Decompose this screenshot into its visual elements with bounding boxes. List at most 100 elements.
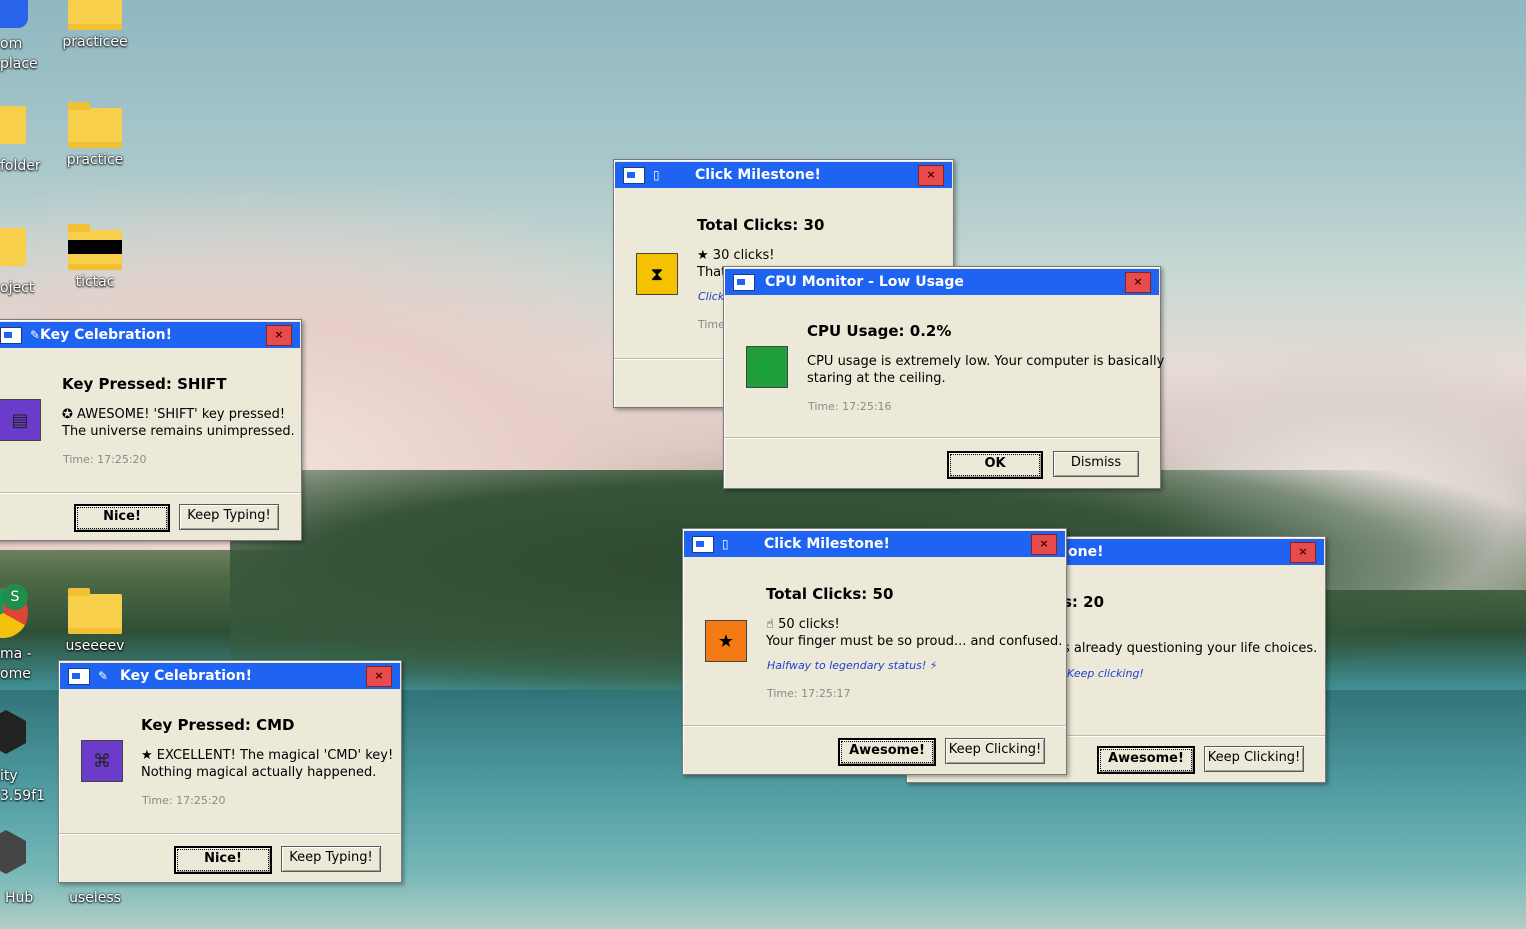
- message-text: 30 clicks!: [712, 248, 775, 263]
- timestamp: Time: 17:25:20: [63, 453, 147, 466]
- mouse-icon: ▯: [653, 168, 660, 182]
- timestamp: Time: 17:25:20: [142, 794, 226, 807]
- lightning-icon: ⚡: [926, 659, 938, 672]
- window-title: Click Milestone!: [695, 167, 821, 183]
- message-line: staring at the ceiling.: [807, 371, 946, 386]
- star-icon: ★: [141, 748, 157, 763]
- desktop-icon-practicee[interactable]: practicee: [50, 0, 140, 50]
- folder-icon[interactable]: [0, 106, 26, 144]
- keep-clicking-button[interactable]: Keep Clicking!: [1204, 746, 1304, 772]
- command-icon: ⌘: [81, 740, 123, 782]
- app-icon: [68, 667, 90, 685]
- ok-button[interactable]: OK: [947, 451, 1043, 479]
- awesome-button[interactable]: Awesome!: [1097, 746, 1195, 774]
- awesome-button[interactable]: Awesome!: [838, 738, 936, 766]
- dialog-heading: s: 20: [1063, 593, 1105, 611]
- message-line: Your finger must be so proud... and conf…: [766, 634, 1063, 649]
- message-line: ★ 30 clicks!: [697, 247, 775, 264]
- star-icon: ★: [697, 248, 713, 263]
- dialog-heading: Total Clicks: 50: [766, 585, 894, 603]
- window-title: CPU Monitor - Low Usage: [765, 274, 964, 290]
- separator: [683, 725, 1066, 727]
- dialog-heading: Key Pressed: CMD: [141, 716, 295, 734]
- title-bar[interactable]: ✎ Key Celebration! ×: [0, 322, 300, 348]
- folder-icon[interactable]: [0, 228, 26, 266]
- folder-icon: [68, 0, 122, 30]
- desktop-icon-label: practicee: [62, 34, 128, 50]
- desktop-label-partial: place: [0, 56, 38, 72]
- italic-message: Click: [698, 290, 725, 303]
- separator: [0, 492, 301, 494]
- dialog-key-celebration-cmd: ✎ Key Celebration! × Key Pressed: CMD ⌘ …: [58, 660, 402, 883]
- keep-typing-button[interactable]: Keep Typing!: [179, 504, 279, 530]
- title-bar[interactable]: ▯ Click Milestone! ×: [684, 531, 1065, 557]
- star-icon: ★: [705, 620, 747, 662]
- keyboard-icon: ▤: [0, 399, 41, 441]
- desktop-icon-tictac[interactable]: tictac: [50, 224, 140, 290]
- message-line: ☝ 50 clicks!: [766, 616, 840, 633]
- lightning-icon: [733, 273, 755, 291]
- separator: [59, 833, 401, 835]
- app-icon: [0, 326, 22, 344]
- message-text: 50 clicks!: [778, 617, 840, 632]
- mouse-icon: ▯: [722, 537, 729, 551]
- dialog-heading: Key Pressed: SHIFT: [62, 375, 227, 393]
- folder-icon: [68, 102, 122, 148]
- dismiss-button[interactable]: Dismiss: [1053, 451, 1139, 477]
- title-bar[interactable]: ▯ Click Milestone! ×: [615, 162, 952, 188]
- close-button[interactable]: ×: [1031, 534, 1057, 555]
- hand-icon: ☝: [766, 617, 779, 632]
- nice-button[interactable]: Nice!: [174, 846, 272, 874]
- keep-clicking-button[interactable]: Keep Clicking!: [945, 738, 1045, 764]
- dialog-click-milestone-50: ▯ Click Milestone! × Total Clicks: 50 ★ …: [682, 528, 1067, 775]
- keep-typing-button[interactable]: Keep Typing!: [281, 846, 381, 872]
- dialog-heading: Total Clicks: 30: [697, 216, 825, 234]
- timestamp: Time: 17:25:17: [767, 687, 851, 700]
- italic-message: Keep clicking!: [1067, 667, 1144, 680]
- party-icon: ✎: [98, 669, 109, 683]
- message-line: That: [697, 265, 727, 280]
- folder-icon: [68, 224, 122, 270]
- close-button[interactable]: ×: [366, 666, 392, 687]
- message-line: s already questioning your life choices.: [1063, 641, 1318, 656]
- desktop-icon-label: useeeev: [65, 638, 125, 654]
- close-button[interactable]: ×: [1290, 542, 1316, 563]
- message-text: EXCELLENT! The magical 'CMD' key!: [156, 748, 394, 763]
- close-button[interactable]: ×: [266, 325, 292, 346]
- hourglass-icon: ⧗: [636, 253, 678, 295]
- dialog-cpu-monitor: CPU Monitor - Low Usage × CPU Usage: 0.2…: [723, 266, 1164, 489]
- message-line: ★ EXCELLENT! The magical 'CMD' key!: [141, 747, 393, 764]
- desktop-icon-useless[interactable]: useless: [50, 890, 140, 906]
- avatar: S: [2, 584, 28, 610]
- desktop-icon-label: tictac: [75, 274, 115, 290]
- app-icon: [623, 166, 645, 184]
- timestamp: Time: 17:25:16: [808, 400, 892, 413]
- desktop-icon-label: useless: [69, 890, 121, 906]
- dialog-heading: CPU Usage: 0.2%: [807, 322, 952, 340]
- close-button[interactable]: ×: [918, 165, 944, 186]
- desktop-icon-practice[interactable]: practice: [50, 102, 140, 168]
- italic-text: Halfway to legendary status!: [767, 659, 927, 672]
- nice-button[interactable]: Nice!: [74, 504, 170, 532]
- timestamp: Time: [698, 318, 725, 331]
- sparkle-icon: ✪: [62, 407, 78, 422]
- desktop-icon-label: practice: [66, 152, 124, 168]
- separator: [724, 437, 1160, 439]
- desktop-icon-partial-blue[interactable]: [0, 0, 28, 28]
- message-line: ✪ AWESOME! 'SHIFT' key pressed!: [62, 406, 285, 423]
- folder-icon: [68, 588, 122, 634]
- window-title: Key Celebration!: [120, 668, 252, 684]
- cpu-icon: ◎: [746, 346, 788, 388]
- window-title: one!: [1068, 544, 1104, 560]
- message-line: The universe remains unimpressed.: [62, 424, 295, 439]
- app-icon: [692, 535, 714, 553]
- window-title: Key Celebration!: [40, 327, 172, 343]
- window-title: Click Milestone!: [764, 536, 890, 552]
- title-bar[interactable]: ✎ Key Celebration! ×: [60, 663, 400, 689]
- desktop-icon-useeeev[interactable]: useeeev: [50, 588, 140, 654]
- title-bar[interactable]: CPU Monitor - Low Usage ×: [725, 269, 1159, 295]
- dialog-key-celebration-shift: ✎ Key Celebration! × Key Pressed: SHIFT …: [0, 319, 302, 541]
- message-text: AWESOME! 'SHIFT' key pressed!: [77, 407, 286, 422]
- message-line: Nothing magical actually happened.: [141, 765, 377, 780]
- close-button[interactable]: ×: [1125, 272, 1151, 293]
